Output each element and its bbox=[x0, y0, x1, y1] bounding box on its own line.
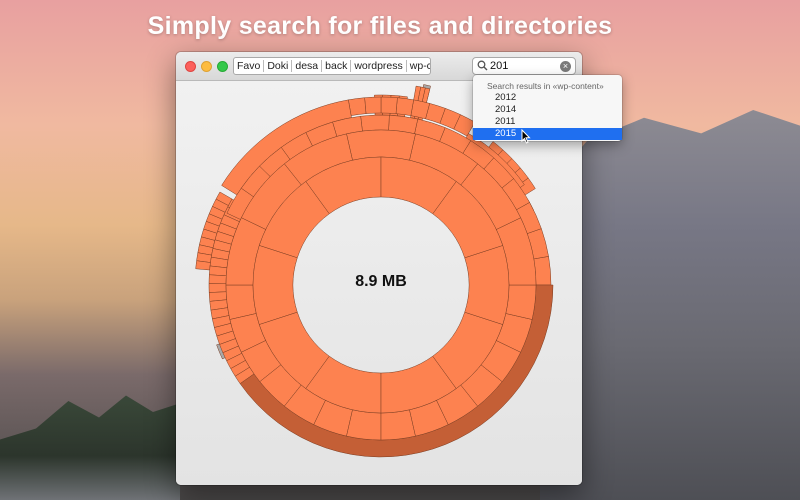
sunburst-segment[interactable] bbox=[505, 284, 537, 320]
mouse-cursor-icon bbox=[521, 129, 531, 144]
breadcrumb-item[interactable]: Favo bbox=[234, 60, 265, 72]
sunburst-segment[interactable] bbox=[346, 409, 382, 441]
total-size-label: 8.9 MB bbox=[355, 273, 407, 290]
close-button[interactable] bbox=[185, 61, 196, 72]
breadcrumb-item[interactable]: back bbox=[322, 60, 352, 72]
clear-icon[interactable]: × bbox=[560, 61, 571, 72]
search-result-item-selected[interactable]: 2015 bbox=[473, 128, 622, 140]
search-icon bbox=[477, 60, 488, 71]
breadcrumb-item[interactable]: wp-content bbox=[407, 60, 430, 72]
search-field[interactable]: 201 × bbox=[472, 57, 576, 75]
sunburst-segment[interactable] bbox=[360, 114, 390, 132]
zoom-button[interactable] bbox=[217, 61, 228, 72]
breadcrumb: Favo Doki desa back wordpress wp-content bbox=[233, 57, 431, 75]
sunburst-segment[interactable] bbox=[346, 129, 416, 161]
search-result-item[interactable]: 2014 bbox=[473, 104, 622, 116]
search-result-item[interactable]: 2012 bbox=[473, 92, 622, 104]
breadcrumb-item[interactable]: desa bbox=[292, 60, 323, 72]
sunburst-segment[interactable] bbox=[252, 245, 298, 325]
sunburst-segment[interactable] bbox=[464, 245, 510, 325]
sunburst-segment[interactable] bbox=[380, 96, 398, 114]
minimize-button[interactable] bbox=[201, 61, 212, 72]
breadcrumb-item[interactable]: Doki bbox=[264, 60, 293, 72]
search-results-dropdown: Search results in «wp-content» 2012 2014… bbox=[473, 75, 622, 141]
sunburst-segment[interactable] bbox=[364, 96, 382, 114]
sunburst-segment[interactable] bbox=[209, 265, 228, 277]
search-input[interactable]: 201 bbox=[490, 60, 508, 72]
sunburst-segment[interactable] bbox=[533, 256, 552, 286]
headline: Simply search for files and directories bbox=[147, 12, 613, 40]
background-trees bbox=[0, 395, 180, 500]
sunburst-segment[interactable] bbox=[208, 274, 227, 285]
sunburst-segment[interactable] bbox=[348, 97, 367, 116]
search-results-header: Search results in «wp-content» bbox=[487, 81, 604, 91]
search-result-item[interactable]: 2011 bbox=[473, 116, 622, 128]
sunburst-segment[interactable] bbox=[395, 97, 414, 116]
breadcrumb-item[interactable]: wordpress bbox=[351, 60, 407, 72]
sunburst-segment[interactable] bbox=[208, 283, 227, 293]
sunburst-segment[interactable] bbox=[195, 260, 211, 271]
